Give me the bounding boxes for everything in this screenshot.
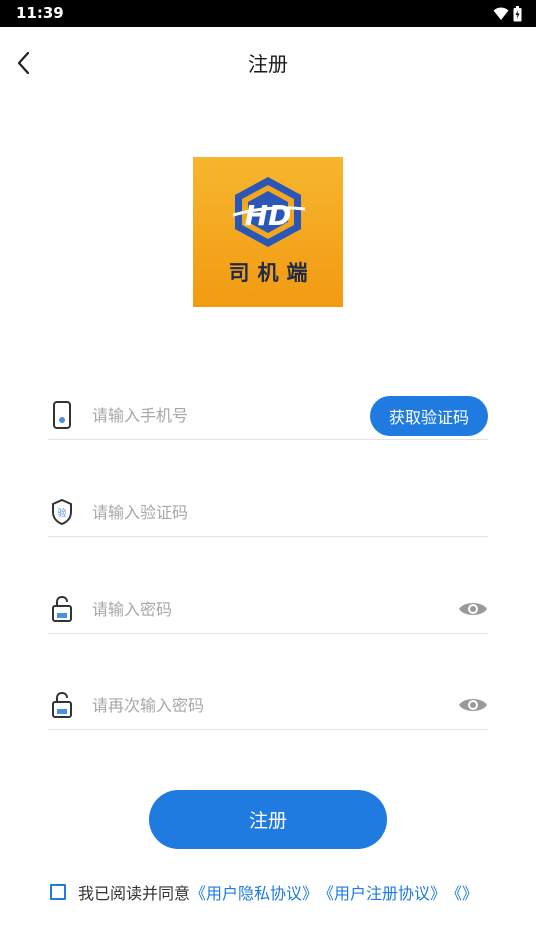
lock-icon: [52, 595, 72, 622]
confirm-password-input[interactable]: [92, 690, 352, 720]
password-input[interactable]: [92, 594, 352, 624]
register-agreement-link[interactable]: 《用户注册协议》: [318, 880, 446, 904]
verify-shield-icon: 验: [52, 498, 72, 526]
battery-icon: [513, 5, 522, 21]
phone-input[interactable]: [92, 400, 352, 430]
status-icons: [493, 5, 522, 22]
code-input[interactable]: [92, 497, 352, 527]
confirm-password-field-row: [48, 672, 488, 730]
status-time: 11:39: [16, 4, 64, 22]
app-logo: HD 司机端: [193, 157, 343, 307]
hd-logo-icon: HD: [232, 177, 306, 247]
lock-icon: [52, 691, 72, 718]
wifi-icon: [493, 7, 509, 20]
agreement-row: 我已阅读并同意 《用户隐私协议》 《用户注册协议》 《》: [50, 880, 536, 904]
privacy-agreement-link[interactable]: 《用户隐私协议》: [190, 880, 318, 904]
nav-bar: 注册: [0, 27, 536, 99]
get-code-button[interactable]: 获取验证码: [370, 396, 488, 436]
agree-checkbox[interactable]: [50, 884, 66, 900]
eye-icon[interactable]: [458, 600, 488, 618]
agreement-text: 我已阅读并同意: [78, 884, 191, 903]
status-bar: 11:39: [0, 0, 536, 27]
phone-icon: [53, 401, 71, 429]
phone-field-row: 获取验证码: [48, 382, 488, 440]
register-button[interactable]: 注册: [149, 790, 387, 849]
code-field-row: 验: [48, 479, 488, 537]
logo-text: 司机端: [228, 261, 316, 285]
svg-text:验: 验: [57, 507, 66, 519]
extra-agreement-link[interactable]: 《》: [446, 880, 478, 904]
password-field-row: [48, 576, 488, 634]
page-title: 注册: [248, 52, 288, 76]
eye-icon[interactable]: [458, 696, 488, 714]
svg-text:HD: HD: [245, 199, 292, 232]
